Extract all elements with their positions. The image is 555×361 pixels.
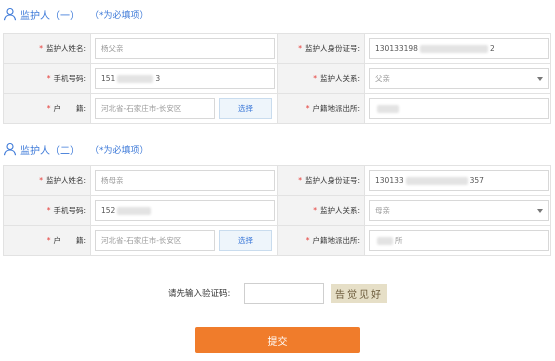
redacted-region <box>117 206 152 215</box>
police-station-input[interactable]: 所 <box>369 230 549 251</box>
guardian-2-form: * 监护人姓名: 杨母亲 * 监护人身份证号: 130133 357 * 手机号码: 1… <box>3 165 551 256</box>
police-station-input[interactable] <box>369 98 549 119</box>
required-note: （*为必填项） <box>90 145 149 156</box>
guardian-idcard-input[interactable]: 130133 357 <box>369 170 549 191</box>
phone-label: * 手机号码: <box>3 63 91 94</box>
person-outline-icon <box>3 142 17 156</box>
section-title: 监护人（二） <box>20 145 80 157</box>
section-title: 监护人（一） <box>20 10 80 22</box>
guardian-name-input[interactable]: 杨父亲 <box>95 38 275 59</box>
police-station-label: * 户籍地派出所: <box>277 225 365 256</box>
guardian-relation-select[interactable]: 父亲 <box>369 68 549 89</box>
required-note: （*为必填项） <box>90 10 149 21</box>
guardian-idcard-input[interactable]: 130133198 2 <box>369 38 549 59</box>
redacted-region <box>117 74 154 83</box>
guardian-name-input[interactable]: 杨母亲 <box>95 170 275 191</box>
section-header-guardian-1: 监护人（一） （*为必填项） <box>0 5 149 23</box>
captcha-image[interactable]: 告觉见好 <box>331 284 387 303</box>
guardian-relation-select[interactable]: 母亲 <box>369 200 549 221</box>
form-row: * 户 籍: 河北省-石家庄市-长安区 选择 * 户籍地派出所: 所 <box>3 225 551 256</box>
redacted-region <box>405 176 468 185</box>
redacted-region <box>419 44 488 53</box>
caret-down-icon <box>537 76 543 81</box>
choose-button[interactable]: 选择 <box>219 230 272 251</box>
hukou-address-input[interactable]: 河北省-石家庄市-长安区 <box>95 98 215 119</box>
police-station-label: * 户籍地派出所: <box>277 93 365 124</box>
section-header-guardian-2: 监护人（二） （*为必填项） <box>0 140 149 158</box>
phone-label: * 手机号码: <box>3 195 91 226</box>
form-row: * 手机号码: 151 3 * 监护人关系: 父亲 <box>3 63 551 94</box>
form-row: * 户 籍: 河北省-石家庄市-长安区 选择 * 户籍地派出所: <box>3 93 551 124</box>
hukou-address-input[interactable]: 河北省-石家庄市-长安区 <box>95 230 215 251</box>
idcard-label: * 监护人身份证号: <box>277 165 365 196</box>
hukou-label: * 户 籍: <box>3 225 91 256</box>
guardian-phone-input[interactable]: 152 <box>95 200 275 221</box>
captcha-row: 请先输入验证码: 告觉见好 <box>0 283 555 304</box>
guardian-1-form: * 监护人姓名: 杨父亲 * 监护人身份证号: 130133198 2 * 手机号码: … <box>3 33 551 124</box>
redacted-region <box>377 104 399 113</box>
relation-label: * 监护人关系: <box>277 195 365 226</box>
submit-button[interactable]: 提交 <box>195 327 360 353</box>
form-row: * 监护人姓名: 杨母亲 * 监护人身份证号: 130133 357 <box>3 165 551 196</box>
hukou-label: * 户 籍: <box>3 93 91 124</box>
redacted-region <box>377 236 393 245</box>
name-label: * 监护人姓名: <box>3 165 91 196</box>
choose-button[interactable]: 选择 <box>219 98 272 119</box>
guardian-phone-input[interactable]: 151 3 <box>95 68 275 89</box>
form-row: * 手机号码: 152 * 监护人关系: 母亲 <box>3 195 551 226</box>
name-label: * 监护人姓名: <box>3 33 91 64</box>
form-row: * 监护人姓名: 杨父亲 * 监护人身份证号: 130133198 2 <box>3 33 551 64</box>
idcard-label: * 监护人身份证号: <box>277 33 365 64</box>
person-outline-icon <box>3 7 17 21</box>
caret-down-icon <box>537 208 543 213</box>
captcha-label: 请先输入验证码: <box>168 289 231 299</box>
relation-label: * 监护人关系: <box>277 63 365 94</box>
captcha-input[interactable] <box>244 283 324 304</box>
